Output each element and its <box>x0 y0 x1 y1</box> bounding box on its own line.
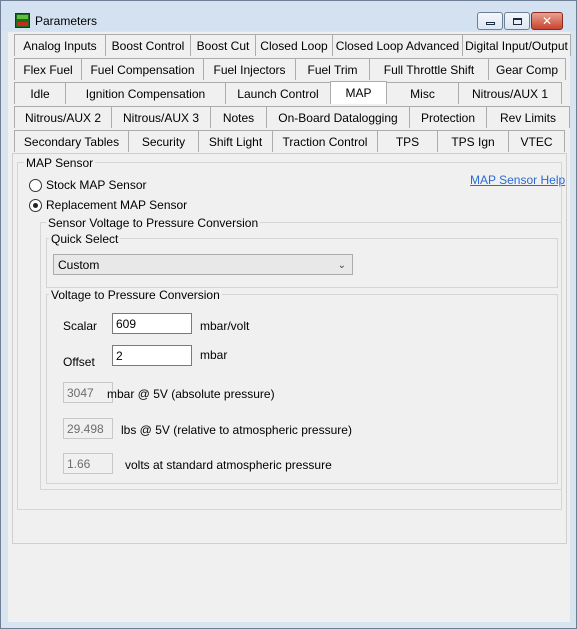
close-button[interactable]: ✕ <box>531 12 563 30</box>
quick-select-value: Custom <box>58 257 100 272</box>
tab-nitrous-aux-3[interactable]: Nitrous/AUX 3 <box>111 106 211 128</box>
quick-select-label: Quick Select <box>49 232 121 246</box>
tab-analog-inputs[interactable]: Analog Inputs <box>14 34 106 56</box>
tab-full-throttle-shift[interactable]: Full Throttle Shift <box>369 58 489 80</box>
tab-idle[interactable]: Idle <box>14 82 66 104</box>
absolute-pressure-field <box>63 382 113 403</box>
tab-rev-limits[interactable]: Rev Limits <box>486 106 570 128</box>
tab-fuel-injectors[interactable]: Fuel Injectors <box>203 58 296 80</box>
tab-secondary-tables[interactable]: Secondary Tables <box>14 130 129 152</box>
tab-boost-cut[interactable]: Boost Cut <box>190 34 256 56</box>
replacement-radio-button[interactable] <box>29 198 42 212</box>
tab-ignition-compensation[interactable]: Ignition Compensation <box>65 82 226 104</box>
tab-nitrous-aux-1[interactable]: Nitrous/AUX 1 <box>458 82 562 104</box>
voltage-to-pressure-label: Voltage to Pressure Conversion <box>49 288 222 302</box>
maximize-icon <box>512 17 522 25</box>
tab-row-4: Nitrous/AUX 2 Nitrous/AUX 3 Notes On-Boa… <box>14 105 570 129</box>
atmospheric-volts-field <box>63 453 113 474</box>
tab-tps[interactable]: TPS <box>377 130 438 152</box>
tab-row-2: Flex Fuel Fuel Compensation Fuel Injecto… <box>14 57 566 81</box>
tab-protection[interactable]: Protection <box>409 106 487 128</box>
absolute-pressure-unit: mbar @ 5V (absolute pressure) <box>107 387 275 401</box>
scalar-unit: mbar/volt <box>200 319 250 333</box>
stock-map-sensor-radio[interactable]: Stock MAP Sensor <box>29 178 147 192</box>
quick-select-dropdown[interactable]: Custom ⌄ <box>53 254 353 275</box>
tab-on-board-datalogging[interactable]: On-Board Datalogging <box>266 106 410 128</box>
tab-row-3: Idle Ignition Compensation Launch Contro… <box>14 81 562 105</box>
scalar-label: Scalar <box>63 319 98 333</box>
tab-gear-comp[interactable]: Gear Comp <box>488 58 566 80</box>
tab-vtec[interactable]: VTEC <box>508 130 565 152</box>
relative-pressure-field <box>63 418 113 439</box>
replacement-map-sensor-radio[interactable]: Replacement MAP Sensor <box>29 198 187 212</box>
tab-shift-light[interactable]: Shift Light <box>198 130 273 152</box>
tab-digital-io[interactable]: Digital Input/Output <box>462 34 571 56</box>
minimize-icon <box>485 22 495 25</box>
map-sensor-help-link[interactable]: MAP Sensor Help <box>470 173 565 187</box>
relative-pressure-unit: lbs @ 5V (relative to atmospheric pressu… <box>121 423 352 437</box>
tab-tps-ign[interactable]: TPS Ign <box>437 130 509 152</box>
stock-map-sensor-label: Stock MAP Sensor <box>46 178 147 192</box>
app-icon <box>15 13 30 28</box>
parameters-window: Parameters ✕ Analog Inputs Boost Control… <box>0 0 577 629</box>
tab-fuel-compensation[interactable]: Fuel Compensation <box>81 58 204 80</box>
tab-fuel-trim[interactable]: Fuel Trim <box>295 58 370 80</box>
title-bar[interactable]: Parameters ✕ <box>1 1 576 31</box>
atmospheric-volts-unit: volts at standard atmospheric pressure <box>125 458 332 472</box>
tab-boost-control[interactable]: Boost Control <box>105 34 191 56</box>
stock-radio-button[interactable] <box>29 178 42 192</box>
conversion-group-label: Sensor Voltage to Pressure Conversion <box>46 216 261 230</box>
map-tab-panel: MAP Sensor MAP Sensor Help Stock MAP Sen… <box>12 153 567 544</box>
map-sensor-group-label: MAP Sensor <box>24 156 96 170</box>
offset-unit: mbar <box>200 348 228 362</box>
tab-misc[interactable]: Misc <box>386 82 459 104</box>
tab-notes[interactable]: Notes <box>210 106 267 128</box>
client-area: Analog Inputs Boost Control Boost Cut Cl… <box>8 32 571 622</box>
replacement-map-sensor-label: Replacement MAP Sensor <box>46 198 188 212</box>
tab-launch-control[interactable]: Launch Control <box>225 82 331 104</box>
caption-buttons: ✕ <box>476 12 563 31</box>
minimize-button[interactable] <box>477 12 503 30</box>
close-icon: ✕ <box>541 14 553 28</box>
tab-flex-fuel[interactable]: Flex Fuel <box>14 58 82 80</box>
offset-input[interactable] <box>112 345 192 366</box>
window-title: Parameters <box>35 14 98 28</box>
tab-nitrous-aux-2[interactable]: Nitrous/AUX 2 <box>14 106 112 128</box>
chevron-down-icon: ⌄ <box>337 260 346 271</box>
maximize-button[interactable] <box>504 12 530 30</box>
tab-security[interactable]: Security <box>128 130 199 152</box>
tab-row-5: Secondary Tables Security Shift Light Tr… <box>14 129 565 153</box>
tab-closed-loop[interactable]: Closed Loop <box>255 34 333 56</box>
tab-traction-control[interactable]: Traction Control <box>272 130 378 152</box>
tab-row-1: Analog Inputs Boost Control Boost Cut Cl… <box>14 33 571 57</box>
offset-label: Offset <box>63 355 95 369</box>
tab-map[interactable]: MAP <box>330 81 387 104</box>
scalar-input[interactable] <box>112 313 192 334</box>
tab-closed-loop-advanced[interactable]: Closed Loop Advanced <box>332 34 463 56</box>
